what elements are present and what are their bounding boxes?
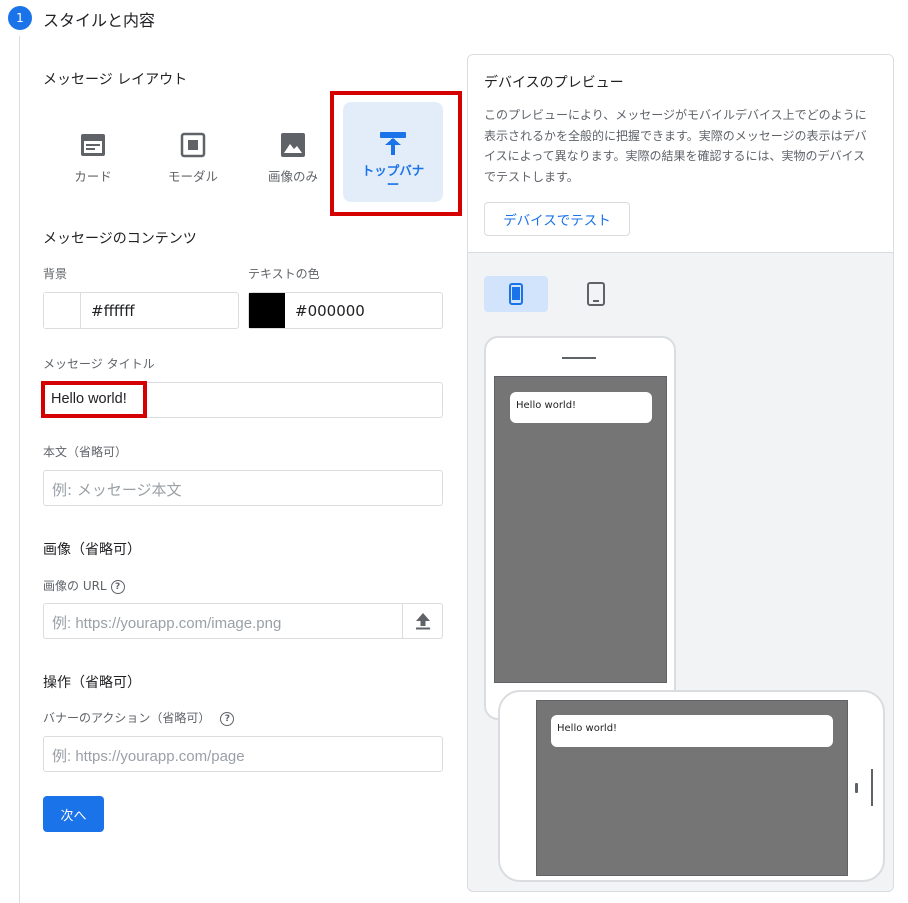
portrait-banner-preview: Hello world! bbox=[510, 392, 652, 423]
layout-heading: メッセージ レイアウト bbox=[43, 72, 188, 88]
help-icon[interactable]: ? bbox=[110, 579, 125, 594]
portrait-phone-frame: Hello world! bbox=[484, 336, 676, 720]
phone-view-toggle[interactable] bbox=[484, 276, 548, 312]
preview-title: デバイスのプレビュー bbox=[484, 75, 624, 91]
background-color-value: #ffffff bbox=[91, 302, 135, 320]
text-color-value: #000000 bbox=[295, 302, 365, 320]
layout-option-modal[interactable]: モーダル bbox=[143, 102, 243, 202]
content-heading: メッセージのコンテンツ bbox=[43, 231, 197, 247]
action-url-input[interactable]: 例: https://yourapp.com/page bbox=[43, 736, 443, 772]
next-button[interactable]: 次へ bbox=[43, 796, 104, 832]
phone-camera bbox=[855, 783, 858, 793]
body-label: 本文（省略可） bbox=[43, 445, 128, 459]
upload-button[interactable] bbox=[403, 604, 442, 638]
action-label-row: バナーのアクション（省略可）? bbox=[43, 709, 235, 726]
card-icon bbox=[78, 130, 108, 160]
modal-icon bbox=[178, 130, 208, 160]
image-heading: 画像（省略可） bbox=[43, 542, 141, 558]
body-input[interactable]: 例: メッセージ本文 bbox=[43, 470, 443, 506]
preview-description: このプレビューにより、メッセージがモバイルデバイス上でどのように表示されるかを全… bbox=[484, 108, 867, 184]
step-number-badge: 1 bbox=[8, 6, 32, 30]
image-url-label: 画像の URL bbox=[43, 579, 107, 593]
text-color-swatch[interactable] bbox=[249, 293, 285, 328]
tablet-icon bbox=[587, 282, 605, 306]
background-label: 背景 bbox=[43, 267, 68, 281]
layout-option-label: トップバナー bbox=[361, 163, 425, 192]
text-color-field[interactable]: #000000 bbox=[248, 292, 443, 329]
phone-speaker bbox=[562, 357, 596, 359]
background-color-field[interactable]: #ffffff bbox=[43, 292, 239, 329]
body-input-placeholder: 例: メッセージ本文 bbox=[52, 481, 182, 499]
action-label: バナーのアクション（省略可） bbox=[43, 711, 211, 725]
title-label: メッセージ タイトル bbox=[43, 357, 155, 371]
layout-option-label: 画像のみ bbox=[267, 169, 318, 184]
image-url-placeholder: 例: https://yourapp.com/image.png bbox=[52, 615, 282, 632]
landscape-phone-screen: Hello world! bbox=[536, 700, 848, 876]
top-banner-icon bbox=[378, 130, 408, 160]
tablet-view-toggle[interactable] bbox=[564, 276, 628, 312]
landscape-phone-frame: Hello world! bbox=[498, 690, 885, 882]
image-icon bbox=[278, 130, 308, 160]
text-color-label: テキストの色 bbox=[248, 267, 320, 281]
phone-speaker bbox=[871, 769, 873, 806]
phone-icon bbox=[509, 283, 523, 305]
step-title: スタイルと内容 bbox=[43, 11, 156, 30]
preview-header: デバイスのプレビュー このプレビューにより、メッセージがモバイルデバイス上でどの… bbox=[468, 55, 893, 253]
action-heading: 操作（省略可） bbox=[43, 675, 141, 691]
image-url-label-row: 画像の URL? bbox=[43, 577, 125, 594]
help-icon[interactable]: ? bbox=[220, 711, 235, 726]
image-url-input[interactable]: 例: https://yourapp.com/image.png bbox=[43, 603, 443, 639]
title-input-value: Hello world! bbox=[51, 391, 127, 407]
portrait-phone-screen: Hello world! bbox=[494, 376, 667, 683]
background-color-swatch[interactable] bbox=[44, 293, 81, 328]
layout-option-top-banner[interactable]: トップバナー bbox=[343, 102, 443, 202]
landscape-banner-preview: Hello world! bbox=[551, 715, 833, 747]
layout-option-label: カード bbox=[74, 169, 112, 184]
action-url-placeholder: 例: https://yourapp.com/page bbox=[52, 748, 245, 765]
layout-option-label: モーダル bbox=[167, 169, 218, 184]
step-connector-line bbox=[19, 36, 20, 903]
layout-option-card[interactable]: カード bbox=[43, 102, 143, 202]
upload-icon bbox=[415, 613, 430, 630]
test-on-device-button[interactable]: デバイスでテスト bbox=[484, 202, 630, 236]
layout-option-image-only[interactable]: 画像のみ bbox=[243, 102, 343, 202]
